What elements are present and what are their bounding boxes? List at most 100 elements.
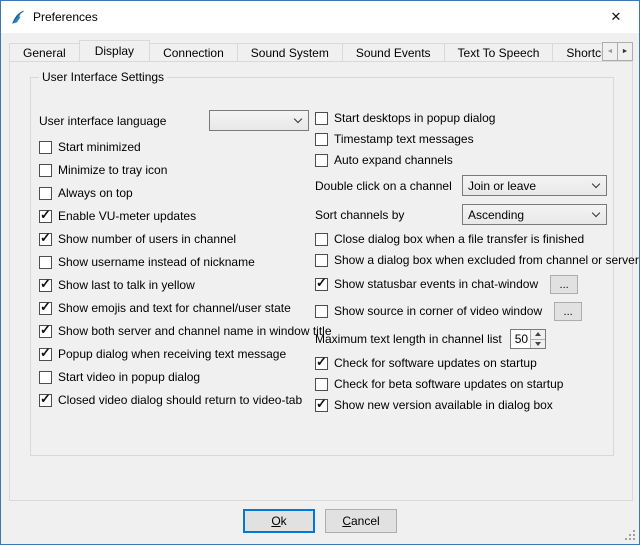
ok-button-label: Ok <box>245 514 313 528</box>
checkbox-box <box>39 394 52 407</box>
sort-channels-row: Sort channels by Ascending <box>315 204 607 225</box>
spinner-buttons <box>530 330 545 348</box>
tab-sound-system[interactable]: Sound System <box>237 43 343 61</box>
group-title: User Interface Settings <box>39 70 167 84</box>
sort-channels-combobox[interactable]: Ascending <box>462 204 607 225</box>
checkbox-desktops-popup[interactable]: Start desktops in popup dialog <box>315 112 607 125</box>
tab-connection[interactable]: Connection <box>149 43 238 61</box>
checkbox-box <box>39 371 52 384</box>
checkbox-show-user-count[interactable]: Show number of users in channel <box>39 233 309 246</box>
checkbox-excluded-dialog[interactable]: Show a dialog box when excluded from cha… <box>315 254 607 267</box>
cancel-button[interactable]: Cancel <box>325 509 397 533</box>
checkbox-label: Minimize to tray icon <box>52 164 167 177</box>
checkbox-timestamp-messages[interactable]: Timestamp text messages <box>315 133 607 146</box>
checkbox-label: Enable VU-meter updates <box>52 210 196 223</box>
statusbar-events-row: Show statusbar events in chat-window ... <box>315 275 607 294</box>
checkbox-box <box>39 279 52 292</box>
checkbox-box <box>315 278 328 291</box>
checkbox-box <box>315 378 328 391</box>
double-click-combobox[interactable]: Join or leave <box>462 175 607 196</box>
checkbox-box <box>315 154 328 167</box>
checkbox-update-check[interactable]: Check for software updates on startup <box>315 357 607 370</box>
spinner-up-icon[interactable] <box>531 330 545 340</box>
checkbox-start-video-popup[interactable]: Start video in popup dialog <box>39 371 309 384</box>
right-column: Start desktops in popup dialog Timestamp… <box>315 112 607 412</box>
checkbox-box <box>39 164 52 177</box>
sort-channels-label: Sort channels by <box>315 208 404 222</box>
checkbox-label: Show emojis and text for channel/user st… <box>52 302 291 315</box>
checkbox-label: Show a dialog box when excluded from cha… <box>328 254 639 267</box>
sort-channels-value: Ascending <box>468 208 593 222</box>
checkbox-label: Show number of users in channel <box>52 233 236 246</box>
display-tab-page: User Interface Settings User interface l… <box>9 61 633 501</box>
checkbox-popup-text-message[interactable]: Popup dialog when receiving text message <box>39 348 309 361</box>
max-text-length-label: Maximum text length in channel list <box>315 332 502 346</box>
checkbox-beta-update-check[interactable]: Check for beta software updates on start… <box>315 378 607 391</box>
checkbox-box <box>315 133 328 146</box>
tab-text-to-speech[interactable]: Text To Speech <box>444 43 554 61</box>
checkbox-box <box>39 187 52 200</box>
checkbox-box <box>315 305 328 318</box>
checkbox-box <box>39 325 52 338</box>
checkbox-statusbar-events[interactable]: Show statusbar events in chat-window <box>315 278 538 291</box>
checkbox-box <box>39 348 52 361</box>
checkbox-emojis-text-state[interactable]: Show emojis and text for channel/user st… <box>39 302 309 315</box>
checkbox-label: Auto expand channels <box>328 154 453 167</box>
checkbox-always-on-top[interactable]: Always on top <box>39 187 309 200</box>
checkbox-box <box>39 302 52 315</box>
video-source-more-button[interactable]: ... <box>554 302 582 321</box>
checkbox-start-minimized[interactable]: Start minimized <box>39 141 309 154</box>
max-text-length-spinner[interactable]: 50 <box>510 329 546 349</box>
checkbox-label: Show both server and channel name in win… <box>52 325 332 338</box>
checkbox-label: Check for software updates on startup <box>328 357 537 370</box>
checkbox-box <box>315 254 328 267</box>
spinner-down-icon[interactable] <box>531 340 545 349</box>
checkbox-new-version-dialog[interactable]: Show new version available in dialog box <box>315 399 607 412</box>
checkbox-box <box>315 112 328 125</box>
checkbox-server-channel-in-title[interactable]: Show both server and channel name in win… <box>39 325 309 338</box>
chevron-down-icon <box>592 179 600 187</box>
checkbox-box <box>39 233 52 246</box>
checkbox-label: Close dialog box when a file transfer is… <box>328 233 584 246</box>
checkbox-last-talk-yellow[interactable]: Show last to talk in yellow <box>39 279 309 292</box>
language-row: User interface language <box>39 110 309 131</box>
checkbox-label: Start video in popup dialog <box>52 371 200 384</box>
language-label: User interface language <box>39 114 166 128</box>
checkbox-label: Check for beta software updates on start… <box>328 378 563 391</box>
checkbox-auto-expand-channels[interactable]: Auto expand channels <box>315 154 607 167</box>
checkbox-vu-meter-updates[interactable]: Enable VU-meter updates <box>39 210 309 223</box>
titlebar: Preferences ✕ <box>1 1 639 33</box>
checkbox-label: Show last to talk in yellow <box>52 279 195 292</box>
checkbox-label: Show statusbar events in chat-window <box>328 278 538 291</box>
checkbox-username-instead-nickname[interactable]: Show username instead of nickname <box>39 256 309 269</box>
checkbox-video-return-tab[interactable]: Closed video dialog should return to vid… <box>39 394 309 407</box>
statusbar-events-more-button[interactable]: ... <box>550 275 578 294</box>
checkbox-minimize-to-tray[interactable]: Minimize to tray icon <box>39 164 309 177</box>
app-icon <box>10 9 26 25</box>
checkbox-label: Closed video dialog should return to vid… <box>52 394 302 407</box>
cancel-button-label: Cancel <box>326 514 396 528</box>
checkbox-box <box>315 357 328 370</box>
checkbox-close-on-transfer[interactable]: Close dialog box when a file transfer is… <box>315 233 607 246</box>
checkbox-video-source-corner[interactable]: Show source in corner of video window <box>315 305 542 318</box>
double-click-value: Join or leave <box>468 179 593 193</box>
checkbox-label: Show source in corner of video window <box>328 305 542 318</box>
language-combobox[interactable] <box>209 110 309 131</box>
tab-bar: General Display Connection Sound System … <box>9 40 633 61</box>
tab-general[interactable]: General <box>9 43 80 61</box>
user-interface-settings-group: User Interface Settings User interface l… <box>30 70 614 456</box>
ok-button[interactable]: Ok <box>243 509 315 533</box>
close-icon[interactable]: ✕ <box>593 1 639 32</box>
tab-display[interactable]: Display <box>79 40 150 61</box>
tab-sound-events[interactable]: Sound Events <box>342 43 445 61</box>
checkbox-label: Show new version available in dialog box <box>328 399 553 412</box>
preferences-dialog: Preferences ✕ General Display Connection… <box>0 0 640 545</box>
resize-grip[interactable] <box>624 529 637 542</box>
tab-scroll: ◄ ► <box>603 42 633 61</box>
chevron-down-icon <box>592 208 600 216</box>
footer-buttons: Ok Cancel <box>1 509 639 533</box>
tab-scroll-right-icon[interactable]: ► <box>617 42 633 61</box>
double-click-row: Double click on a channel Join or leave <box>315 175 607 196</box>
max-text-length-row: Maximum text length in channel list 50 <box>315 329 607 349</box>
tab-scroll-left-icon[interactable]: ◄ <box>602 42 618 61</box>
